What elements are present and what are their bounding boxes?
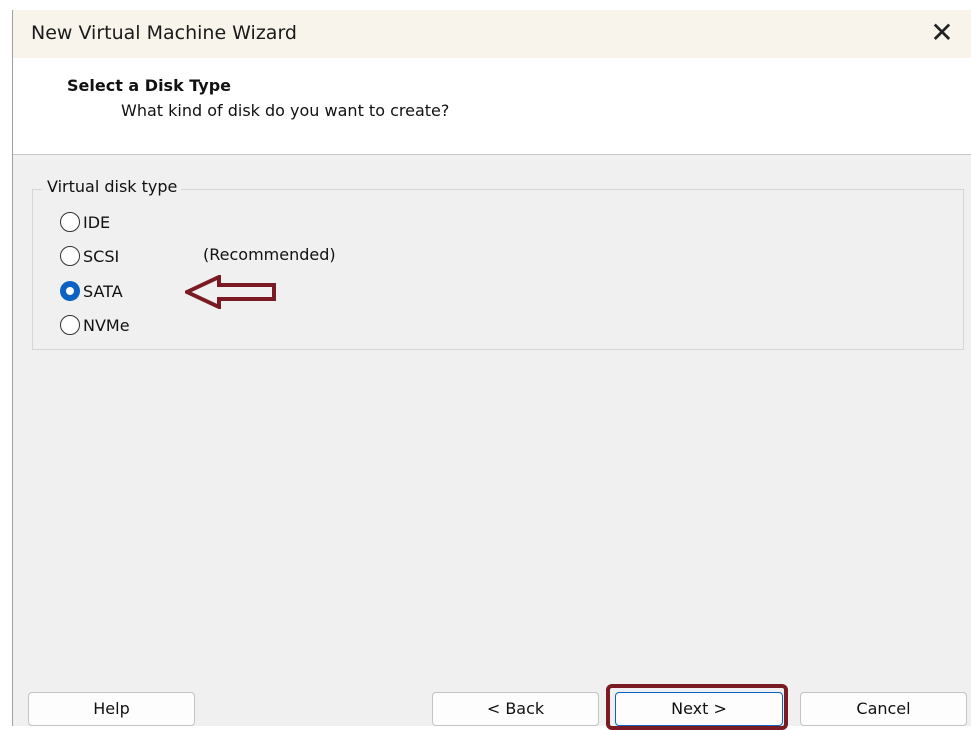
close-icon: ✕ xyxy=(930,16,954,49)
disk-type-group-label: Virtual disk type xyxy=(42,177,182,196)
page-title: Select a Disk Type xyxy=(67,76,232,95)
button-bar: Help < Back Next > Cancel xyxy=(13,665,971,730)
radio-button-ide[interactable] xyxy=(60,212,80,232)
cancel-button[interactable]: Cancel xyxy=(800,692,967,726)
radio-option-nvme[interactable]: NVMe xyxy=(60,312,130,338)
left-arrow-icon xyxy=(185,275,276,309)
radio-option-sata[interactable]: SATA xyxy=(60,278,123,304)
wizard-window: New Virtual Machine Wizard ✕ Select a Di… xyxy=(12,10,971,730)
help-button[interactable]: Help xyxy=(28,692,195,726)
wizard-header: Select a Disk Type What kind of disk do … xyxy=(13,58,971,155)
radio-button-nvme[interactable] xyxy=(60,315,80,335)
disk-type-groupbox xyxy=(32,189,964,350)
radio-option-scsi[interactable]: SCSI xyxy=(60,243,119,269)
page-subtitle: What kind of disk do you want to create? xyxy=(121,101,450,120)
radio-button-scsi[interactable] xyxy=(60,246,80,266)
radio-label-scsi: SCSI xyxy=(83,246,120,266)
radio-label-ide: IDE xyxy=(83,212,111,232)
recommended-note: (Recommended) xyxy=(203,245,336,264)
radio-button-sata[interactable] xyxy=(60,281,80,301)
radio-label-sata: SATA xyxy=(83,281,123,301)
next-button[interactable]: Next > xyxy=(615,692,783,726)
radio-option-ide[interactable]: IDE xyxy=(60,209,110,235)
window-title: New Virtual Machine Wizard xyxy=(31,22,297,44)
title-bar: New Virtual Machine Wizard ✕ xyxy=(13,10,971,58)
content-panel: Virtual disk type IDE SCSI (Recommended)… xyxy=(13,155,971,665)
close-button[interactable]: ✕ xyxy=(927,16,957,50)
back-button[interactable]: < Back xyxy=(432,692,599,726)
radio-label-nvme: NVMe xyxy=(83,315,130,335)
